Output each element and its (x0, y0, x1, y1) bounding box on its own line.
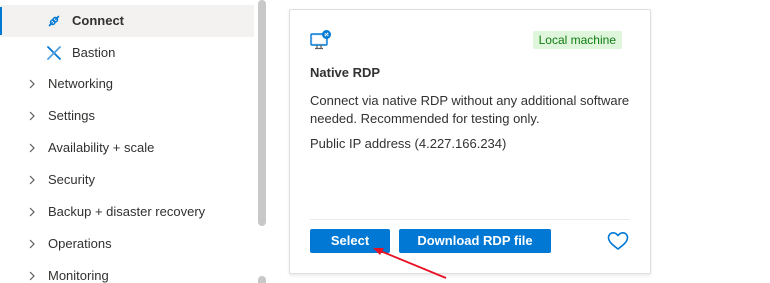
sidebar-item-label: Availability + scale (48, 140, 155, 155)
link-icon (48, 15, 60, 27)
chevron-right-icon (29, 111, 35, 121)
annotation-arrow (373, 248, 447, 279)
sidebar-item-networking[interactable]: Networking (0, 68, 254, 100)
card-description: Connect via native RDP without any addit… (310, 93, 630, 126)
sidebar-item-operations[interactable]: Operations (0, 228, 254, 260)
sidebar-item-label: Networking (48, 76, 114, 91)
card-title: Native RDP (310, 65, 381, 80)
sidebar: Connect Bastion Networking Settings Avai… (0, 0, 256, 283)
sidebar-item-label: Monitoring (48, 268, 109, 283)
sidebar-item-label: Security (48, 172, 95, 187)
chevron-right-icon (29, 239, 35, 249)
scrollbar-thumb-lower[interactable] (258, 276, 266, 283)
bastion-icon (47, 46, 61, 60)
chevron-right-icon (29, 175, 35, 185)
monitor-icon (310, 30, 331, 50)
native-rdp-card: Local machine Native RDP Connect via nat… (289, 9, 651, 274)
sidebar-item-availability[interactable]: Availability + scale (0, 132, 254, 164)
sidebar-item-label: Connect (72, 13, 124, 28)
sidebar-item-security[interactable]: Security (0, 164, 254, 196)
sidebar-item-monitoring[interactable]: Monitoring (0, 260, 254, 283)
local-machine-badge: Local machine (532, 31, 622, 49)
sidebar-item-connect[interactable]: Connect (0, 5, 254, 37)
sidebar-item-settings[interactable]: Settings (0, 100, 254, 132)
sidebar-item-bastion[interactable]: Bastion (0, 37, 254, 69)
scrollbar-thumb[interactable] (258, 0, 266, 226)
chevron-right-icon (29, 79, 35, 89)
card-divider (310, 219, 630, 220)
public-ip-text: Public IP address (4.227.166.234) (310, 136, 507, 151)
sidebar-item-label: Bastion (72, 45, 116, 60)
heart-icon[interactable] (607, 231, 629, 251)
chevron-right-icon (29, 143, 35, 153)
chevron-right-icon (29, 271, 35, 281)
sidebar-item-label: Backup + disaster recovery (48, 204, 206, 219)
chevron-right-icon (29, 207, 35, 217)
sidebar-item-backup[interactable]: Backup + disaster recovery (0, 196, 254, 228)
sidebar-item-label: Operations (48, 236, 112, 251)
sidebar-item-label: Settings (48, 108, 95, 123)
